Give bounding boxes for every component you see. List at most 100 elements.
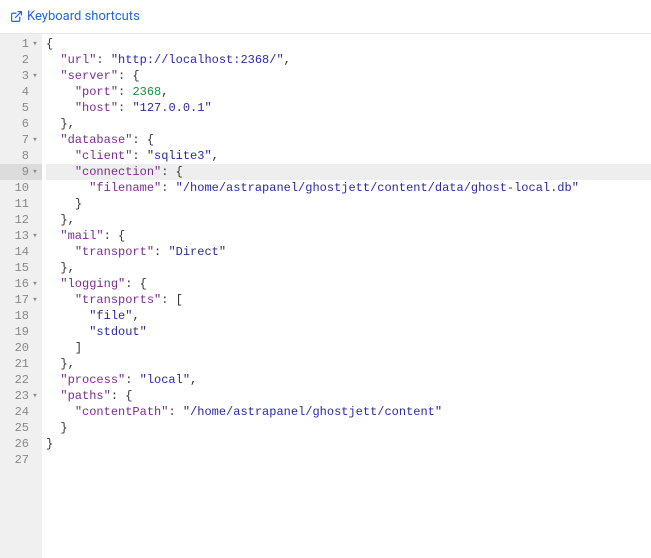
line-number: 26 (8, 436, 29, 452)
fold-toggle-icon[interactable]: ▾ (30, 39, 40, 49)
code-line[interactable]: "filename": "/home/astrapanel/ghostjett/… (46, 180, 651, 196)
code-line[interactable]: "file", (46, 308, 651, 324)
code-line[interactable]: "contentPath": "/home/astrapanel/ghostje… (46, 404, 651, 420)
json-string: "sqlite3" (147, 149, 212, 163)
code-line[interactable]: "url": "http://localhost:2368/", (46, 52, 651, 68)
line-number: 6 (8, 116, 29, 132)
json-punct: : (154, 245, 168, 259)
line-number: 20 (8, 340, 29, 356)
code-line[interactable]: "paths": { (46, 388, 651, 404)
code-line[interactable]: }, (46, 260, 651, 276)
fold-toggle-icon[interactable]: ▾ (30, 279, 40, 289)
indent (46, 100, 75, 116)
gutter-row: 23▾ (0, 388, 42, 404)
code-line[interactable]: }, (46, 116, 651, 132)
json-punct: }, (60, 117, 74, 131)
json-punct: : { (161, 165, 183, 179)
line-number-gutter: 1▾2▾3▾4▾5▾6▾7▾8▾9▾10▾11▾12▾13▾14▾15▾16▾1… (0, 34, 42, 558)
gutter-row: 10▾ (0, 180, 42, 196)
code-line[interactable] (46, 452, 651, 468)
gutter-row: 7▾ (0, 132, 42, 148)
json-key: "transports" (75, 293, 161, 307)
json-string: "/home/astrapanel/ghostjett/content" (183, 405, 442, 419)
json-punct: }, (60, 261, 74, 275)
code-line[interactable]: "stdout" (46, 324, 651, 340)
json-string: "http://localhost:2368/" (111, 53, 284, 67)
indent (46, 164, 75, 180)
fold-toggle-icon[interactable]: ▾ (30, 135, 40, 145)
code-line[interactable]: "server": { (46, 68, 651, 84)
code-line[interactable]: } (46, 436, 651, 452)
code-line[interactable]: }, (46, 356, 651, 372)
code-line[interactable]: { (46, 36, 651, 52)
code-line[interactable]: "connection": { (46, 164, 651, 180)
code-line[interactable]: "database": { (46, 132, 651, 148)
line-number: 16 (8, 276, 29, 292)
code-line[interactable]: }, (46, 212, 651, 228)
code-line[interactable]: "transports": [ (46, 292, 651, 308)
fold-toggle-icon[interactable]: ▾ (30, 167, 40, 177)
fold-toggle-icon[interactable]: ▾ (30, 391, 40, 401)
indent (46, 372, 60, 388)
fold-toggle-icon[interactable]: ▾ (30, 231, 40, 241)
line-number: 21 (8, 356, 29, 372)
json-punct: : (132, 149, 146, 163)
json-string: "local" (140, 373, 190, 387)
line-number: 5 (8, 100, 29, 116)
line-number: 1 (8, 36, 29, 52)
indent (46, 388, 60, 404)
code-line[interactable]: "transport": "Direct" (46, 244, 651, 260)
json-punct: , (212, 149, 219, 163)
gutter-row: 14▾ (0, 244, 42, 260)
indent (46, 68, 60, 84)
gutter-row: 17▾ (0, 292, 42, 308)
indent (46, 404, 75, 420)
code-line[interactable]: "client": "sqlite3", (46, 148, 651, 164)
json-key: "database" (60, 133, 132, 147)
gutter-row: 13▾ (0, 228, 42, 244)
editor-header: Keyboard shortcuts (0, 0, 651, 33)
json-punct: { (46, 37, 53, 51)
indent (46, 212, 60, 228)
indent (46, 292, 75, 308)
keyboard-shortcuts-link[interactable]: Keyboard shortcuts (10, 9, 140, 24)
code-editor[interactable]: 1▾2▾3▾4▾5▾6▾7▾8▾9▾10▾11▾12▾13▾14▾15▾16▾1… (0, 33, 651, 558)
code-line[interactable]: } (46, 420, 651, 436)
json-string: "file" (89, 309, 132, 323)
json-number: 2368 (132, 85, 161, 99)
code-content[interactable]: { "url": "http://localhost:2368/", "serv… (42, 34, 651, 558)
indent (46, 356, 60, 372)
code-line[interactable]: "logging": { (46, 276, 651, 292)
json-punct: ] (75, 341, 82, 355)
gutter-row: 11▾ (0, 196, 42, 212)
json-punct: : (161, 181, 175, 195)
indent (46, 132, 60, 148)
json-key: "client" (75, 149, 133, 163)
fold-toggle-icon[interactable]: ▾ (30, 71, 40, 81)
code-line[interactable]: } (46, 196, 651, 212)
gutter-row: 20▾ (0, 340, 42, 356)
gutter-row: 1▾ (0, 36, 42, 52)
code-line[interactable]: "port": 2368, (46, 84, 651, 100)
line-number: 15 (8, 260, 29, 276)
gutter-row: 6▾ (0, 116, 42, 132)
code-line[interactable]: "mail": { (46, 228, 651, 244)
json-punct: } (60, 421, 67, 435)
gutter-row: 25▾ (0, 420, 42, 436)
fold-toggle-icon[interactable]: ▾ (30, 295, 40, 305)
json-key: "transport" (75, 245, 154, 259)
json-key: "host" (75, 101, 118, 115)
code-line[interactable]: "host": "127.0.0.1" (46, 100, 651, 116)
json-punct: : { (132, 133, 154, 147)
code-line[interactable]: "process": "local", (46, 372, 651, 388)
line-number: 3 (8, 68, 29, 84)
line-number: 2 (8, 52, 29, 68)
line-number: 13 (8, 228, 29, 244)
line-number: 27 (8, 452, 29, 468)
line-number: 12 (8, 212, 29, 228)
gutter-row: 21▾ (0, 356, 42, 372)
code-line[interactable]: ] (46, 340, 651, 356)
line-number: 19 (8, 324, 29, 340)
indent (46, 116, 60, 132)
keyboard-shortcuts-label: Keyboard shortcuts (27, 9, 140, 24)
